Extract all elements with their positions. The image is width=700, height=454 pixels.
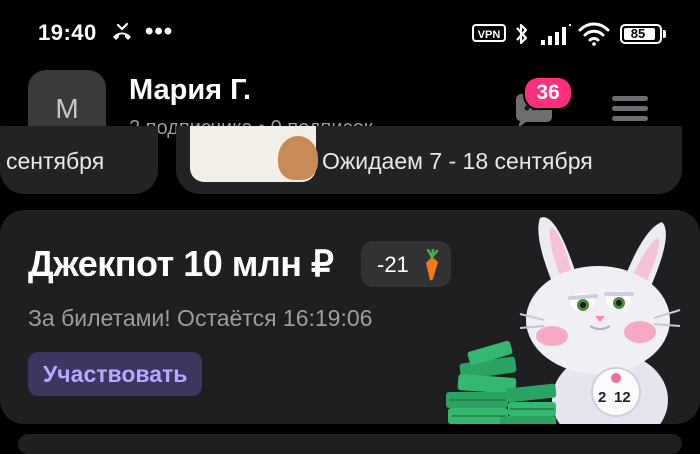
reward-value: -21 [377,252,409,277]
vpn-icon: VPN [472,24,506,42]
jackpot-subtitle: За билетами! Остаётся 16:19:06 [28,305,373,331]
story-text: Ожидаем 7 - 18 сентября [322,148,593,174]
story-text: сентября [6,148,105,174]
story-image [190,126,318,182]
status-time: 19:40 [38,20,97,45]
battery-level: 85 [630,26,646,41]
status-bar: 19:40 ••• VPN 85 [0,0,700,66]
menu-button[interactable] [612,96,648,126]
bunny-illustration: 2 12 [446,217,681,424]
jackpot-title: Джекпот 10 млн ₽ [28,243,334,284]
menu-icon [612,96,648,101]
ball-number: 2 [598,389,606,406]
next-card[interactable] [18,434,682,454]
bluetooth-icon [516,23,528,45]
signal-icon [541,24,571,45]
jackpot-card[interactable]: Джекпот 10 млн ₽ -21 За билетами! Остаёт… [0,210,700,424]
chat-unread-badge: 36 [523,76,573,110]
status-more-dots: ••• [145,18,174,45]
wifi-icon [578,22,610,46]
ball-number: 12 [614,389,631,406]
missed-call-icon [113,22,131,40]
story-card[interactable]: Ожидаем 7 - 18 сентября [176,126,682,194]
reward-chip: -21 [361,241,451,287]
participate-button[interactable]: Участвовать [28,352,203,396]
battery-icon: 85 [620,24,662,44]
story-card[interactable]: сентября [0,126,158,194]
profile-name[interactable]: Мария Г. [129,74,251,107]
